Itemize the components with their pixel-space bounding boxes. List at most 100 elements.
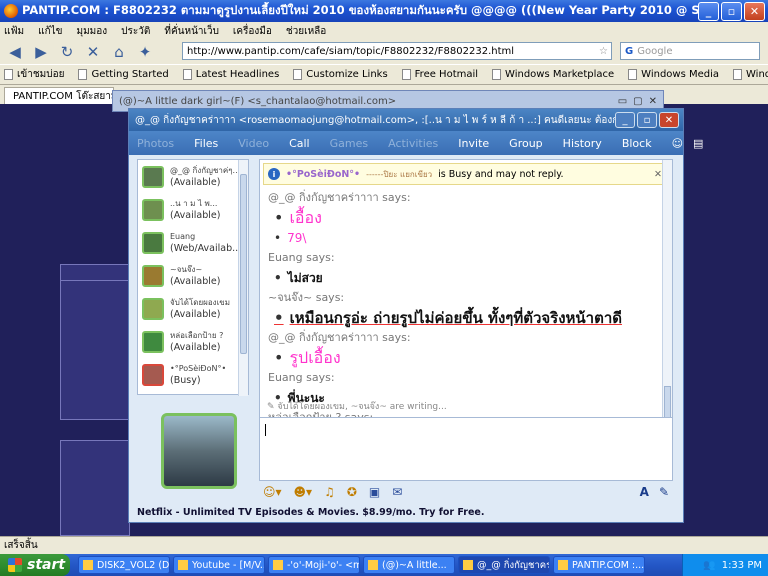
task-youtube[interactable]: Youtube - [M/V... [173,556,265,574]
voice-clip-icon[interactable]: ♫ [324,485,335,499]
toolbar-photos[interactable]: Photos [137,137,174,150]
toolbar-block[interactable]: Block [622,137,652,150]
emoticon-menu-icon[interactable]: ☺ [672,137,683,150]
nudge-icon[interactable]: ✪ [347,485,357,499]
toolbar-group[interactable]: Group [509,137,543,150]
list-item[interactable]: Euang (Web/Availab... [138,226,248,259]
menu-view[interactable]: มุมมอง [77,24,108,39]
task-little-dark-girl[interactable]: (@)~A little... [363,556,455,574]
advertisement[interactable]: Netflix - Unlimited TV Episodes & Movies… [137,507,484,518]
task-moji[interactable]: -'o'-Moji-'o'- <m... [268,556,360,574]
messenger-icon [463,560,473,570]
info-icon: i [268,168,280,180]
message: เหมือนกรูอ่ะ ถ่ายรูปไม่ค่อยขึ้น ทั้งๆที่… [268,308,672,328]
maximize-button[interactable]: ▢ [633,96,642,107]
home-icon[interactable]: ⌂ [108,42,130,62]
toolbar-video[interactable]: Video [238,137,269,150]
toolbar-history[interactable]: History [563,137,602,150]
addon-icon[interactable]: ✦ [134,42,156,62]
message: เอื้อง [268,208,672,228]
message-input[interactable] [259,417,673,481]
avatar[interactable] [161,413,237,489]
stop-icon[interactable]: ✕ [82,42,104,62]
messenger-icon [368,560,378,570]
toolbar-games[interactable]: Games [330,137,368,150]
toolbar-call[interactable]: Call [289,137,310,150]
task-disk2[interactable]: DISK2_VOL2 (D:) [78,556,170,574]
windows-flag-icon [8,558,22,572]
options-menu-icon[interactable]: ▤ [693,137,703,150]
bookmark-windows-media[interactable]: Windows Media [628,69,719,80]
contact-scrollbar[interactable] [238,160,248,396]
busy-notification: i •°PoSèiĐoN°• ------ปิยะ แยกเขียว is Bu… [263,163,669,185]
list-item[interactable]: ..น า ม ไ พ... (Available) [138,193,248,226]
send-file-icon[interactable]: ✉ [392,485,402,499]
firefox-icon [558,560,568,570]
minimize-button[interactable]: _ [615,112,635,128]
messenger-icon [273,560,283,570]
menu-bookmarks[interactable]: ที่คั่นหน้าเว็บ [164,24,219,39]
firefox-icon [178,560,188,570]
maximize-button[interactable]: ▫ [637,112,657,128]
window-title: PANTIP.COM : F8802232 ตามมาดูรูปงานเลี้ย… [22,3,698,17]
navigation-toolbar: ◀ ▶ ↻ ✕ ⌂ ✦ http://www.pantip.com/cafe/s… [0,40,768,64]
emoticon-icon[interactable]: ☺▾ [263,485,282,499]
maximize-button[interactable]: ▫ [721,1,742,21]
task-pantip[interactable]: PANTIP.COM :... [553,556,645,574]
tab-pantip[interactable]: PANTIP.COM โต๊ะสยาม [4,87,114,105]
avatar [142,264,164,287]
bookmark-windows[interactable]: Windows [733,69,768,80]
menu-file[interactable]: แฟ้ม [4,24,24,39]
scrollbar-thumb[interactable] [240,174,247,354]
back-icon[interactable]: ◀ [4,42,26,62]
list-item[interactable]: •°PoSèiĐoN°• (Busy) [138,358,248,391]
background-icon[interactable]: ▣ [369,485,380,499]
conversation-scrollbar[interactable] [662,160,672,438]
background-chat-title: (@)~A little dark girl~(F) <s_chantalao@… [119,95,397,107]
sender-line: @_@ กิ่งกัญชาคร่าาาา says: [268,331,411,344]
font-icon[interactable]: A [640,485,649,499]
search-input[interactable]: G Google [620,42,760,60]
message: ไม่สวย [268,268,672,288]
bookmark-latest-headlines[interactable]: Latest Headlines [182,69,279,80]
menu-history[interactable]: ประวัติ [121,24,150,39]
list-item[interactable]: จับได้โดยผองเขม (Available) [138,292,248,325]
task-kingkanya[interactable]: @_@ กิ่งกัญชาคร... [458,556,550,574]
toolbar-invite[interactable]: Invite [458,137,489,150]
pen-icon[interactable]: ✎ [659,485,669,499]
conversation-title: @_@ กิ่งกัญชาคร่าาาา <rosemaomaojung@hot… [135,114,615,126]
close-button[interactable]: ✕ [744,1,765,21]
list-item[interactable]: ~จนจ๊ง~ (Available) [138,259,248,292]
start-button[interactable]: start [0,554,70,576]
menu-tools[interactable]: เครื่องมือ [233,24,272,39]
close-button[interactable]: ✕ [649,96,657,107]
bookmark-icon [78,69,88,80]
bookmark-free-hotmail[interactable]: Free Hotmail [401,69,478,80]
toolbar-files[interactable]: Files [194,137,218,150]
menu-edit[interactable]: แก้ไข [38,24,62,39]
minimize-button[interactable]: ▭ [618,96,627,107]
page-panel [60,440,130,536]
bookmark-customize-links[interactable]: Customize Links [293,69,388,80]
sender-line: ~จนจ๊ง~ says: [268,291,345,304]
bookmark-getting-started[interactable]: Getting Started [78,69,169,80]
list-item[interactable]: @_@ กิ่งกัญชาค่ๆ... (Available) [138,160,248,193]
url-bar[interactable]: http://www.pantip.com/cafe/siam/topic/F8… [182,42,612,60]
bookmark-star-icon[interactable]: ☆ [599,46,611,57]
bookmark-windows-marketplace[interactable]: Windows Marketplace [492,69,614,80]
wink-icon[interactable]: ☻▾ [294,485,313,499]
bookmark-most-visited[interactable]: เข้าชมบ่อย [4,67,64,82]
toolbar-activities[interactable]: Activities [388,137,438,150]
messenger-tray-icon[interactable]: 👥 [703,560,715,571]
forward-icon[interactable]: ▶ [30,42,52,62]
sender-line: Euang says: [268,371,335,384]
bookmark-icon [4,69,13,80]
bookmark-icon [733,69,743,80]
list-item[interactable]: หล่อเลือกป้าย ? (Available) [138,325,248,358]
menu-help[interactable]: ช่วยเหลือ [286,24,326,39]
reload-icon[interactable]: ↻ [56,42,78,62]
system-tray: 👥 1:33 PM [682,554,768,576]
close-button[interactable]: ✕ [659,112,679,128]
bookmark-icon [628,69,638,80]
minimize-button[interactable]: _ [698,1,719,21]
